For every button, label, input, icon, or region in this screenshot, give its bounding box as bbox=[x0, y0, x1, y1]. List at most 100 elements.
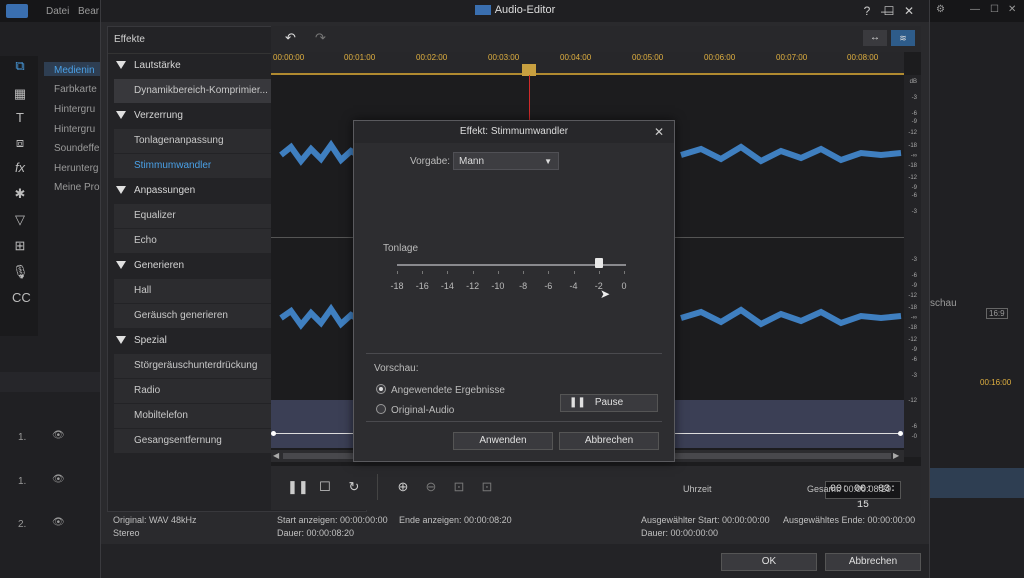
envelope-node[interactable] bbox=[271, 431, 276, 436]
transition-icon[interactable]: ⧈ bbox=[12, 135, 28, 151]
db-label: -12 bbox=[908, 293, 917, 299]
fx-icon[interactable]: fx bbox=[12, 160, 28, 176]
end-show: Ende anzeigen: 00:00:08:20 bbox=[399, 515, 512, 525]
left-list-item[interactable]: Meine Pro bbox=[54, 182, 100, 193]
help-icon[interactable]: ? bbox=[859, 3, 875, 19]
left-list-item[interactable]: Hintergru bbox=[54, 104, 95, 115]
db-label: -∞ bbox=[910, 153, 917, 159]
menu-bearbeiten[interactable]: Bear bbox=[78, 6, 99, 17]
dialog-close-icon[interactable]: ✕ bbox=[654, 125, 664, 139]
zoom-out-icon[interactable]: ⊖ bbox=[421, 477, 441, 497]
db-label: -9 bbox=[911, 119, 917, 125]
triangle-down-icon bbox=[116, 261, 126, 270]
db-label: -9 bbox=[911, 347, 917, 353]
window-title: Audio-Editor bbox=[101, 0, 929, 20]
radio-applied[interactable] bbox=[376, 384, 386, 394]
close-app-icon[interactable]: ✕ bbox=[1008, 4, 1016, 15]
pause-icon[interactable]: ❚❚ bbox=[287, 477, 309, 497]
original-format: Original: WAV 48kHz bbox=[113, 515, 197, 525]
eye-icon[interactable]: 👁 bbox=[52, 474, 65, 485]
scale-tick bbox=[548, 271, 550, 274]
maximize-app-icon[interactable]: ☐ bbox=[990, 4, 999, 15]
timeline-clip[interactable] bbox=[928, 468, 1024, 498]
track-label: 1. bbox=[18, 432, 27, 443]
pitch-slider[interactable] bbox=[397, 264, 626, 266]
maximize-icon[interactable]: ☐ bbox=[881, 3, 897, 19]
ruler-tick: 00:04:00 bbox=[560, 53, 592, 62]
menu-datei[interactable]: Datei bbox=[46, 6, 69, 17]
db-label: -3 bbox=[911, 95, 917, 101]
chapter-icon[interactable]: ⊞ bbox=[12, 238, 28, 254]
total-duration: Gesamt: 00:00:08:20 bbox=[807, 484, 892, 494]
scale-label: -4 bbox=[569, 281, 578, 291]
waveform-view-icon[interactable]: ≋ bbox=[891, 30, 915, 46]
undo-icon[interactable]: ↶ bbox=[285, 30, 296, 46]
ruler-tick: 00:01:00 bbox=[344, 53, 376, 62]
radio-applied-label: Angewendete Ergebnisse bbox=[391, 385, 505, 396]
ok-button[interactable]: OK bbox=[721, 553, 817, 571]
time-label: Uhrzeit bbox=[683, 484, 712, 494]
zoom-in-icon[interactable]: ⊕ bbox=[393, 477, 413, 497]
loop-icon[interactable]: ↻ bbox=[344, 477, 364, 497]
track-label: 2. bbox=[18, 519, 27, 530]
minimize-app-icon[interactable]: — bbox=[970, 4, 980, 15]
scroll-right-icon[interactable]: ▶ bbox=[893, 451, 899, 460]
left-list-item[interactable]: Hintergru bbox=[54, 124, 95, 135]
left-list-item[interactable]: Farbkarte bbox=[54, 84, 97, 95]
left-list-item[interactable]: Herunterg bbox=[54, 163, 98, 174]
cancel-button[interactable]: Abbrechen bbox=[825, 553, 921, 571]
pause-icon: ❚❚ bbox=[569, 397, 586, 408]
scale-label: -12 bbox=[466, 281, 480, 291]
eye-icon[interactable]: 👁 bbox=[52, 430, 65, 441]
redo-icon[interactable]: ↷ bbox=[315, 30, 326, 46]
radio-original[interactable] bbox=[376, 404, 386, 414]
scroll-left-icon[interactable]: ◀ bbox=[273, 451, 279, 460]
db-label: -12 bbox=[908, 398, 917, 404]
stop-icon[interactable]: ☐ bbox=[315, 477, 335, 497]
preset-select[interactable]: Mann ▼ bbox=[453, 152, 559, 170]
triangle-down-icon bbox=[116, 186, 126, 195]
microphone-icon[interactable]: 🎙 bbox=[12, 264, 29, 280]
ruler-tick: 00:08:00 bbox=[847, 53, 879, 62]
scale-tick bbox=[523, 271, 525, 274]
particle-icon[interactable]: ✱ bbox=[12, 186, 28, 202]
editor-toolbar bbox=[271, 26, 921, 52]
scale-tick bbox=[472, 271, 474, 274]
db-label: -3 bbox=[911, 209, 917, 215]
left-list-item[interactable]: Medienin bbox=[54, 65, 95, 76]
db-label: -18 bbox=[908, 163, 917, 169]
settings-icon[interactable]: ⚙ bbox=[936, 4, 945, 15]
zoom-selection-icon[interactable]: ⊡ bbox=[477, 477, 497, 497]
divider bbox=[377, 474, 378, 500]
db-label: -6 bbox=[911, 357, 917, 363]
aspect-ratio-select[interactable]: 16:9 bbox=[986, 308, 1008, 319]
dropdown-arrow-icon: ▼ bbox=[544, 157, 552, 166]
scale-tick bbox=[624, 271, 625, 274]
left-list-item[interactable]: Soundeffe bbox=[54, 143, 99, 154]
title-icon[interactable]: T bbox=[12, 110, 28, 126]
apply-button[interactable]: Anwenden bbox=[453, 432, 553, 450]
pitch-slider-thumb[interactable] bbox=[594, 258, 603, 268]
eye-icon[interactable]: 👁 bbox=[52, 517, 65, 528]
media-room-icon[interactable]: ⧉ bbox=[12, 58, 28, 74]
selected-start: Ausgewählter Start: 00:00:00:00 bbox=[641, 515, 770, 525]
db-label: -12 bbox=[908, 130, 917, 136]
db-label: -12 bbox=[908, 337, 917, 343]
fit-icon[interactable]: ↔ bbox=[863, 30, 887, 46]
db-label: -9 bbox=[911, 283, 917, 289]
envelope-node[interactable] bbox=[898, 431, 903, 436]
close-icon[interactable]: ✕ bbox=[901, 3, 917, 19]
subtitle-icon[interactable]: CC bbox=[12, 290, 31, 306]
db-label: -6 bbox=[911, 111, 917, 117]
pitch-scale: -18 -16 -14 -12 -10 -8 -6 -4 -2 0 bbox=[354, 271, 674, 295]
dialog-cancel-button[interactable]: Abbrechen bbox=[559, 432, 659, 450]
radio-original-label: Original-Audio bbox=[391, 405, 455, 416]
pause-button[interactable]: ❚❚ Pause bbox=[560, 394, 658, 412]
scale-label: -18 bbox=[390, 281, 404, 291]
color-board-icon[interactable]: ▦ bbox=[12, 86, 28, 102]
paint-icon[interactable]: ▽ bbox=[12, 212, 28, 228]
db-label: -6 bbox=[911, 273, 917, 279]
zoom-fit-icon[interactable]: ⊡ bbox=[449, 477, 469, 497]
scale-tick bbox=[422, 271, 424, 274]
ruler-tick: 00:00:00 bbox=[273, 53, 305, 62]
